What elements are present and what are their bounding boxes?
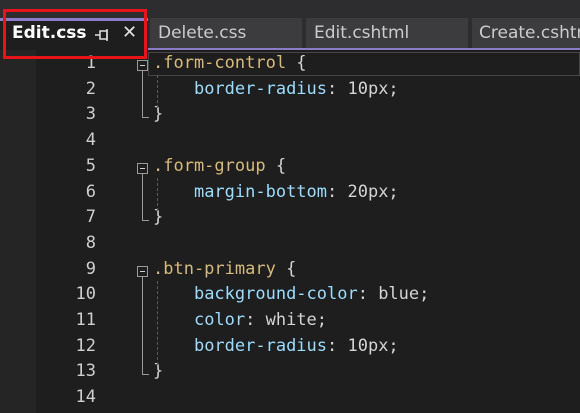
- editor-margin: [0, 50, 36, 413]
- css-property: background-color: [193, 284, 358, 305]
- code-line: margin-bottom: 20px;: [153, 182, 399, 202]
- code-editor[interactable]: 1 2 3 4 5 6 7 8 9 10 11 12 13 14 .form-control { bord…: [0, 50, 580, 413]
- brace: {: [275, 258, 297, 279]
- code-line: .form-control {: [153, 53, 307, 73]
- indent-guide: [157, 177, 158, 212]
- line-number: 7: [85, 207, 96, 228]
- brace: }: [153, 207, 164, 228]
- fold-end: [142, 117, 149, 119]
- line-number: 6: [85, 181, 96, 202]
- brace: {: [265, 155, 287, 176]
- tab-bar: Edit.css ✕ Delete.css Edit.cshtml Create…: [0, 0, 580, 50]
- fold-end: [142, 374, 149, 376]
- line-number: 9: [85, 258, 96, 279]
- css-selector: .form-control: [153, 53, 287, 73]
- code-line: .btn-primary {: [153, 259, 296, 279]
- css-value: : white;: [245, 310, 328, 330]
- tab-edit-css[interactable]: Edit.css ✕: [0, 18, 148, 50]
- tab-label: Edit.css: [12, 23, 87, 43]
- code-line: background-color: blue;: [153, 284, 429, 304]
- line-number: 14: [75, 387, 96, 408]
- code-line: }: [153, 104, 163, 124]
- tab-delete-css[interactable]: Delete.css: [150, 18, 302, 50]
- active-tab-indicator: [0, 18, 148, 21]
- tab-label: Create.cshtml: [479, 23, 580, 43]
- line-number: 11: [75, 310, 96, 330]
- line-number: 8: [85, 232, 96, 253]
- line-number: 2: [85, 78, 96, 99]
- css-property: color: [193, 310, 246, 330]
- collapse-icon[interactable]: [137, 162, 148, 174]
- css-value: : 10px;: [327, 78, 399, 99]
- fold-line: [142, 173, 143, 221]
- css-property: margin-bottom: [193, 181, 328, 202]
- line-number: 4: [85, 130, 96, 151]
- line-number: 13: [75, 361, 96, 382]
- css-selector: .btn-primary: [153, 258, 276, 279]
- css-value: : 10px;: [327, 335, 399, 356]
- fold-line: [142, 71, 143, 118]
- brace: {: [286, 53, 307, 73]
- code-line: border-radius: 10px;: [153, 336, 399, 356]
- fold-end: [142, 220, 149, 222]
- code-line: }: [153, 207, 163, 227]
- tab-label: Delete.css: [158, 23, 247, 43]
- line-number: 1: [85, 53, 96, 73]
- brace: }: [153, 104, 164, 125]
- close-icon[interactable]: ✕: [122, 24, 137, 42]
- line-number: 10: [75, 284, 96, 305]
- fold-line: [142, 276, 143, 375]
- code-line: }: [153, 361, 163, 381]
- code-line: border-radius: 10px;: [153, 79, 399, 99]
- tab-edit-cshtml[interactable]: Edit.cshtml: [306, 18, 468, 50]
- css-property: border-radius: [193, 78, 328, 99]
- indent-guide: [157, 280, 158, 366]
- line-number: 12: [75, 335, 96, 356]
- line-number: 3: [85, 104, 96, 125]
- css-property: border-radius: [193, 335, 328, 356]
- tab-create-cshtml[interactable]: Create.cshtml: [472, 18, 580, 50]
- code-line: .form-group {: [153, 156, 286, 176]
- css-value: : blue;: [357, 284, 430, 305]
- indent-guide: [157, 75, 158, 109]
- code-line: color: white;: [153, 310, 327, 330]
- collapse-icon[interactable]: [137, 265, 148, 277]
- css-value: : 20px;: [327, 181, 399, 202]
- css-selector: .form-group: [153, 155, 266, 176]
- brace: }: [153, 361, 164, 382]
- line-number: 5: [85, 155, 96, 176]
- tab-label: Edit.cshtml: [314, 23, 410, 43]
- collapse-icon[interactable]: [137, 60, 148, 71]
- pin-icon[interactable]: [94, 27, 110, 41]
